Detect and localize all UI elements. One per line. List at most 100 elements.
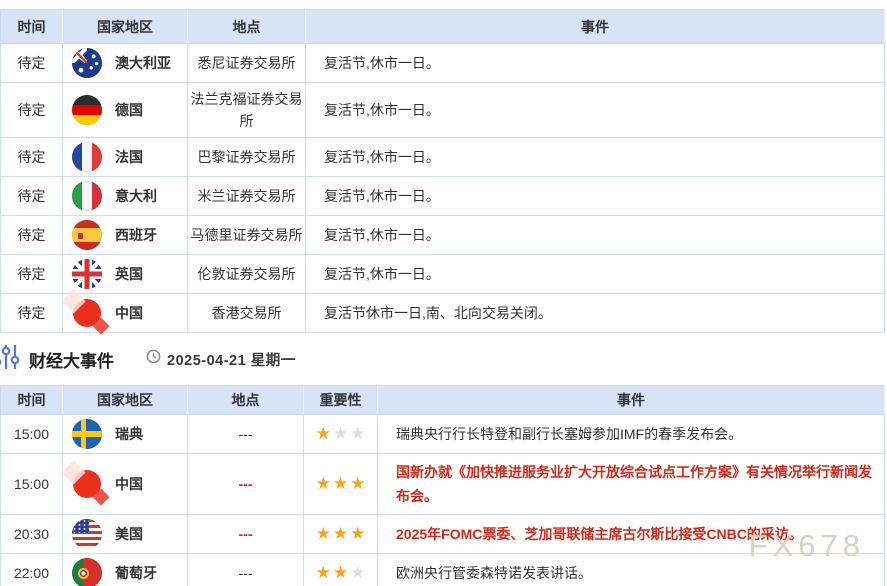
place-cell: --- <box>188 554 304 586</box>
header-country: 国家地区 <box>63 386 188 415</box>
header-event: 事件 <box>306 10 885 44</box>
country-name: 美国 <box>115 524 143 544</box>
star-icon <box>350 563 365 582</box>
star-icon <box>316 563 331 582</box>
flag-icon <box>72 519 102 549</box>
country-cell: 中国 <box>63 454 188 515</box>
star-icon <box>316 424 331 443</box>
place-cell: 香港交易所 <box>188 294 306 333</box>
event-time: 待定 <box>1 138 63 177</box>
section-header: 财经大事件 2025-04-21 星期一 <box>0 333 887 385</box>
section-date: 2025-04-21 星期一 <box>167 349 296 370</box>
event-time: 20:30 <box>1 515 63 554</box>
country-name: 意大利 <box>115 186 157 206</box>
table-row: 15:00 中国 --- 国新办就《加快推进服务业扩大开放综合试点工作方案》有关… <box>1 454 885 515</box>
importance-cell <box>304 454 378 515</box>
sliders-icon <box>0 343 19 376</box>
table-row: 15:00 瑞典 --- 瑞典央行行长特登和副行长塞姆参加IMF的春季发布会。 <box>1 415 885 454</box>
clock-icon <box>146 349 161 369</box>
flag-icon <box>72 469 102 499</box>
star-icon <box>333 474 348 493</box>
table-row: 待定 西班牙 马德里证券交易所 复活节,休市一日。 <box>1 216 885 255</box>
star-icon <box>316 524 331 543</box>
event-time: 待定 <box>1 177 63 216</box>
country-cell: 法国 <box>63 138 188 177</box>
star-icon <box>350 424 365 443</box>
flag-icon <box>72 95 102 125</box>
event-cell: 复活节,休市一日。 <box>306 44 885 83</box>
country-name: 葡萄牙 <box>115 563 157 583</box>
event-cell: 复活节,休市一日。 <box>306 216 885 255</box>
place-cell: --- <box>188 515 304 554</box>
section-date-wrap: 2025-04-21 星期一 <box>146 349 296 370</box>
country-name: 中国 <box>115 303 143 323</box>
flag-icon <box>72 259 102 289</box>
place-cell: 法兰克福证券交易所 <box>188 83 306 138</box>
flag-icon <box>72 181 102 211</box>
table-row: 待定 意大利 米兰证券交易所 复活节,休市一日。 <box>1 177 885 216</box>
importance-cell <box>304 554 378 586</box>
place-cell: --- <box>188 415 304 454</box>
place-cell: 巴黎证券交易所 <box>188 138 306 177</box>
star-icon <box>350 474 365 493</box>
header-importance: 重要性 <box>304 386 378 415</box>
table-row: 待定 法国 巴黎证券交易所 复活节,休市一日。 <box>1 138 885 177</box>
country-name: 英国 <box>115 264 143 284</box>
country-name: 瑞典 <box>115 424 143 444</box>
event-cell: 国新办就《加快推进服务业扩大开放综合试点工作方案》有关情况举行新闻发布会。 <box>378 454 885 515</box>
importance-stars <box>315 526 367 542</box>
place-cell: 马德里证券交易所 <box>188 216 306 255</box>
table-header-row: 时间 国家地区 地点 重要性 事件 <box>1 386 885 415</box>
event-cell: 复活节,休市一日。 <box>306 255 885 294</box>
event-cell: 2025年FOMC票委、芝加哥联储主席古尔斯比接受CNBC的采访。 <box>378 515 885 554</box>
importance-stars <box>315 565 367 581</box>
event-cell: 复活节,休市一日。 <box>306 83 885 138</box>
country-cell: 意大利 <box>63 177 188 216</box>
country-cell: 美国 <box>63 515 188 554</box>
table-row: 待定 德国 法兰克福证券交易所 复活节,休市一日。 <box>1 83 885 138</box>
place-cell: 伦敦证券交易所 <box>188 255 306 294</box>
event-time: 15:00 <box>1 454 63 515</box>
event-time: 待定 <box>1 83 63 138</box>
header-event: 事件 <box>378 386 885 415</box>
country-cell: 葡萄牙 <box>63 554 188 586</box>
section-title: 财经大事件 <box>29 347 114 372</box>
table-row: 20:30 美国 --- 2025年FOMC票委、芝加哥联储主席古尔斯比接受CN… <box>1 515 885 554</box>
event-time: 待定 <box>1 255 63 294</box>
place-cell: 悉尼证券交易所 <box>188 44 306 83</box>
importance-stars <box>315 476 367 492</box>
place-cell: --- <box>188 454 304 515</box>
flag-icon <box>72 220 102 250</box>
header-time: 时间 <box>1 386 63 415</box>
table-row: 22:00 葡萄牙 --- 欧洲央行管委森特诺发表讲话。 <box>1 554 885 586</box>
event-cell: 复活节,休市一日。 <box>306 138 885 177</box>
country-name: 西班牙 <box>115 225 157 245</box>
importance-cell <box>304 415 378 454</box>
header-place: 地点 <box>188 386 304 415</box>
event-time: 待定 <box>1 44 63 83</box>
event-time: 22:00 <box>1 554 63 586</box>
header-place: 地点 <box>188 10 306 44</box>
table-row: 待定 澳大利亚 悉尼证券交易所 复活节,休市一日。 <box>1 44 885 83</box>
event-cell: 欧洲央行管委森特诺发表讲话。 <box>378 554 885 586</box>
flag-icon <box>72 142 102 172</box>
event-cell: 瑞典央行行长特登和副行长塞姆参加IMF的春季发布会。 <box>378 415 885 454</box>
flag-icon <box>72 298 102 328</box>
event-cell: 复活节休市一日,南、北向交易关闭。 <box>306 294 885 333</box>
economic-calendar-page: 时间 国家地区 地点 事件 待定 澳大利亚 悉尼证券交易所 复活节,休市一日。 … <box>0 0 887 586</box>
event-time: 待定 <box>1 216 63 255</box>
country-cell: 中国 <box>63 294 188 333</box>
country-name: 中国 <box>115 474 143 494</box>
country-cell: 西班牙 <box>63 216 188 255</box>
event-time: 15:00 <box>1 415 63 454</box>
flag-icon <box>72 48 102 78</box>
importance-stars <box>315 426 367 442</box>
country-name: 澳大利亚 <box>115 53 171 73</box>
star-icon <box>333 424 348 443</box>
flag-icon <box>72 419 102 449</box>
market-holiday-table: 时间 国家地区 地点 事件 待定 澳大利亚 悉尼证券交易所 复活节,休市一日。 … <box>0 9 885 333</box>
country-name: 法国 <box>115 147 143 167</box>
country-name: 德国 <box>115 100 143 120</box>
header-time: 时间 <box>1 10 63 44</box>
table-row: 待定 中国 香港交易所 复活节休市一日,南、北向交易关闭。 <box>1 294 885 333</box>
